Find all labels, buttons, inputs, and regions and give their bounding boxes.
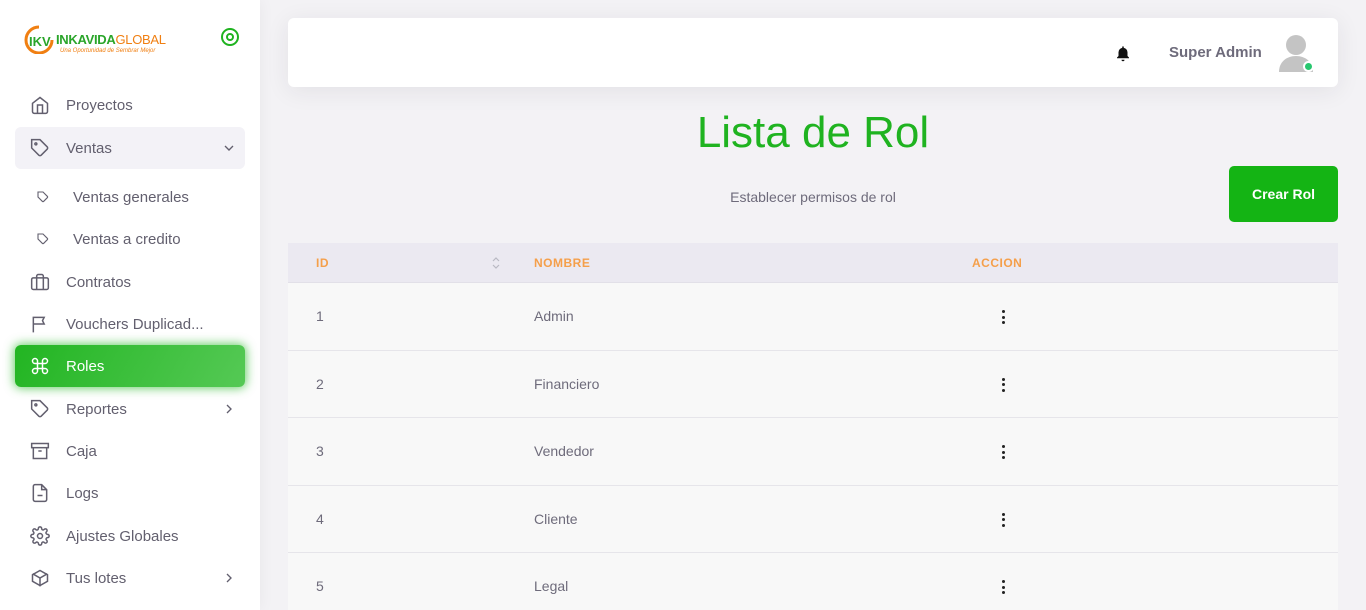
sort-icon[interactable] xyxy=(491,255,501,271)
command-icon xyxy=(30,356,50,376)
brand-logo[interactable]: IKV INKAVIDAGLOBAL Una Oportunidad de Se… xyxy=(22,22,182,62)
page-title: Lista de Rol xyxy=(696,108,930,157)
brand-tagline: Una Oportunidad de Sembrar Mejor xyxy=(60,48,156,54)
tag-icon xyxy=(33,229,53,249)
sidebar-item-ajustes[interactable]: Ajustes Globales xyxy=(15,515,245,557)
chevron-right-icon xyxy=(221,570,237,586)
user-name[interactable]: Super Admin xyxy=(1169,44,1262,61)
avatar[interactable] xyxy=(1278,32,1314,72)
row-name: Financiero xyxy=(534,375,600,392)
sidebar-item-label: Ventas generales xyxy=(73,188,189,206)
row-name: Legal xyxy=(534,578,569,595)
table-row: 2 Financiero xyxy=(288,350,1338,419)
sidebar-item-reportes[interactable]: Reportes xyxy=(15,388,245,430)
more-vertical-icon[interactable] xyxy=(998,578,1008,596)
row-name: Vendedor xyxy=(534,443,594,460)
column-header-id[interactable]: ID xyxy=(316,256,329,270)
sidebar-item-ventas[interactable]: Ventas xyxy=(15,127,245,169)
more-vertical-icon[interactable] xyxy=(998,443,1008,461)
more-vertical-icon[interactable] xyxy=(998,511,1008,529)
page-subtitle: Establecer permisos de rol xyxy=(730,189,896,205)
tag-icon xyxy=(30,399,50,419)
brand-name: INKAVIDAGLOBAL xyxy=(56,32,166,47)
tag-icon xyxy=(33,187,53,207)
chevron-right-icon xyxy=(221,401,237,417)
top-navbar: Super Admin xyxy=(288,18,1338,87)
sidebar-item-caja[interactable]: Caja xyxy=(15,430,245,472)
sidebar-item-proyectos[interactable]: Proyectos xyxy=(15,84,245,126)
row-name: Cliente xyxy=(534,510,578,527)
box-icon xyxy=(30,568,50,588)
online-status-dot xyxy=(1303,61,1314,72)
row-id: 5 xyxy=(316,578,324,595)
sidebar-item-label: Logs xyxy=(66,484,99,502)
sidebar-toggle-icon[interactable] xyxy=(220,27,240,47)
row-id: 3 xyxy=(316,443,324,460)
row-id: 2 xyxy=(316,375,324,392)
column-header-nombre[interactable]: NOMBRE xyxy=(534,256,590,270)
home-icon xyxy=(30,95,50,115)
more-vertical-icon[interactable] xyxy=(998,376,1008,394)
create-role-button[interactable]: Crear Rol xyxy=(1229,166,1338,222)
sidebar-item-label: Ventas a credito xyxy=(73,230,181,248)
sidebar-item-label: Vouchers Duplicad... xyxy=(66,315,204,333)
sidebar-item-label: Caja xyxy=(66,442,97,460)
roles-table: ID NOMBRE ACCION 1 Admin 2 Financiero 3 … xyxy=(288,243,1338,610)
briefcase-icon xyxy=(30,272,50,292)
table-row: 3 Vendedor xyxy=(288,418,1338,486)
row-id: 1 xyxy=(316,308,324,324)
sidebar-item-label: Tus lotes xyxy=(66,569,127,587)
svg-text:IKV: IKV xyxy=(29,34,51,49)
row-name: Admin xyxy=(534,308,574,324)
archive-icon xyxy=(30,441,50,461)
column-header-accion: ACCION xyxy=(972,256,1023,270)
row-id: 4 xyxy=(316,510,324,527)
sidebar-item-label: Proyectos xyxy=(66,96,133,114)
sidebar-item-label: Reportes xyxy=(66,400,127,418)
sidebar: IKV INKAVIDAGLOBAL Una Oportunidad de Se… xyxy=(0,0,260,610)
sidebar-item-vouchers[interactable]: Vouchers Duplicad... xyxy=(15,303,245,345)
flag-icon xyxy=(30,314,50,334)
table-row: 5 Legal xyxy=(288,553,1338,610)
sidebar-item-tus-lotes[interactable]: Tus lotes xyxy=(15,557,245,599)
ikv-logo-icon: IKV xyxy=(24,25,54,54)
sidebar-item-ventas-credito[interactable]: Ventas a credito xyxy=(15,218,245,260)
file-icon xyxy=(30,483,50,503)
table-header: ID NOMBRE ACCION xyxy=(288,243,1338,283)
table-row: 1 Admin xyxy=(288,283,1338,351)
sidebar-item-label: Ajustes Globales xyxy=(66,527,179,545)
bell-icon[interactable] xyxy=(1114,44,1132,62)
tag-icon xyxy=(30,138,50,158)
sidebar-item-logs[interactable]: Logs xyxy=(15,472,245,514)
table-row: 4 Cliente xyxy=(288,485,1338,554)
sidebar-item-label: Roles xyxy=(66,357,105,375)
chevron-down-icon xyxy=(221,140,237,156)
sidebar-item-roles[interactable]: Roles xyxy=(15,345,245,387)
sidebar-item-ventas-generales[interactable]: Ventas generales xyxy=(15,176,245,218)
sidebar-item-label: Ventas xyxy=(66,139,112,157)
more-vertical-icon[interactable] xyxy=(998,308,1008,326)
sidebar-item-label: Contratos xyxy=(66,273,132,291)
settings-icon xyxy=(30,526,50,546)
sidebar-item-contratos[interactable]: Contratos xyxy=(15,261,245,303)
